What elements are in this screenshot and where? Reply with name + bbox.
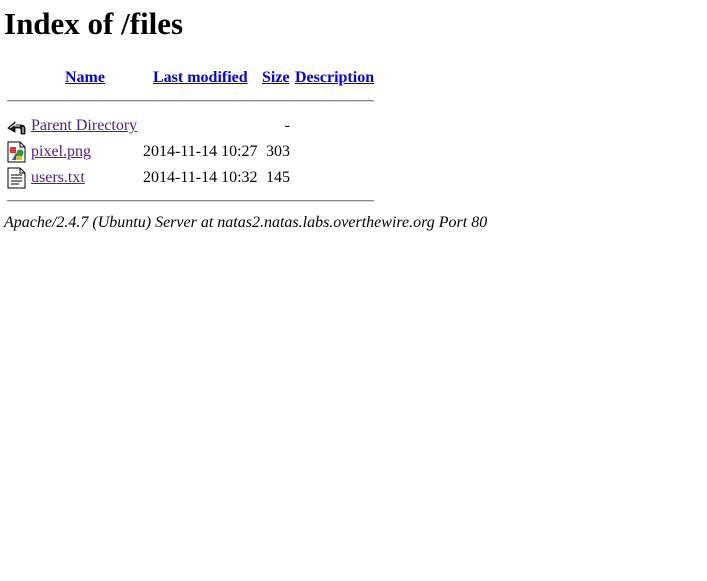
table-row: pixel.png 2014-11-14 10:27 303 [0,140,400,164]
column-header-size[interactable]: Size [262,68,290,88]
page-title: Index of /files [4,6,184,41]
server-signature: Apache/2.4.7 (Ubuntu) Server at natas2.n… [4,214,488,231]
last-modified-cell: 2014-11-14 10:27 [143,143,258,160]
size-cell: 303 [266,143,290,160]
sort-by-name-link[interactable]: Name [65,69,105,86]
column-header-description[interactable]: Description [295,68,374,88]
back-arrow-icon [6,115,27,137]
top-divider [7,100,374,102]
bottom-divider [7,200,374,202]
file-link-pixel-png[interactable]: pixel.png [31,142,91,162]
sort-by-description-link[interactable]: Description [295,69,374,86]
image-file-icon [6,141,27,163]
sort-by-size-link[interactable]: Size [262,69,290,86]
table-row: Parent Directory - [0,114,400,138]
file-link-users-txt[interactable]: users.txt [31,168,85,188]
table-row: users.txt 2014-11-14 10:32 145 [0,166,400,190]
size-cell: - [284,117,290,134]
column-header-name[interactable]: Name [65,68,105,88]
sort-by-last-modified-link[interactable]: Last modified [153,69,248,86]
size-cell: 145 [266,169,290,186]
text-file-icon [6,167,27,189]
parent-directory-link[interactable]: Parent Directory [31,116,137,136]
last-modified-cell: 2014-11-14 10:32 [143,169,258,186]
column-header-last-modified[interactable]: Last modified [153,68,248,88]
